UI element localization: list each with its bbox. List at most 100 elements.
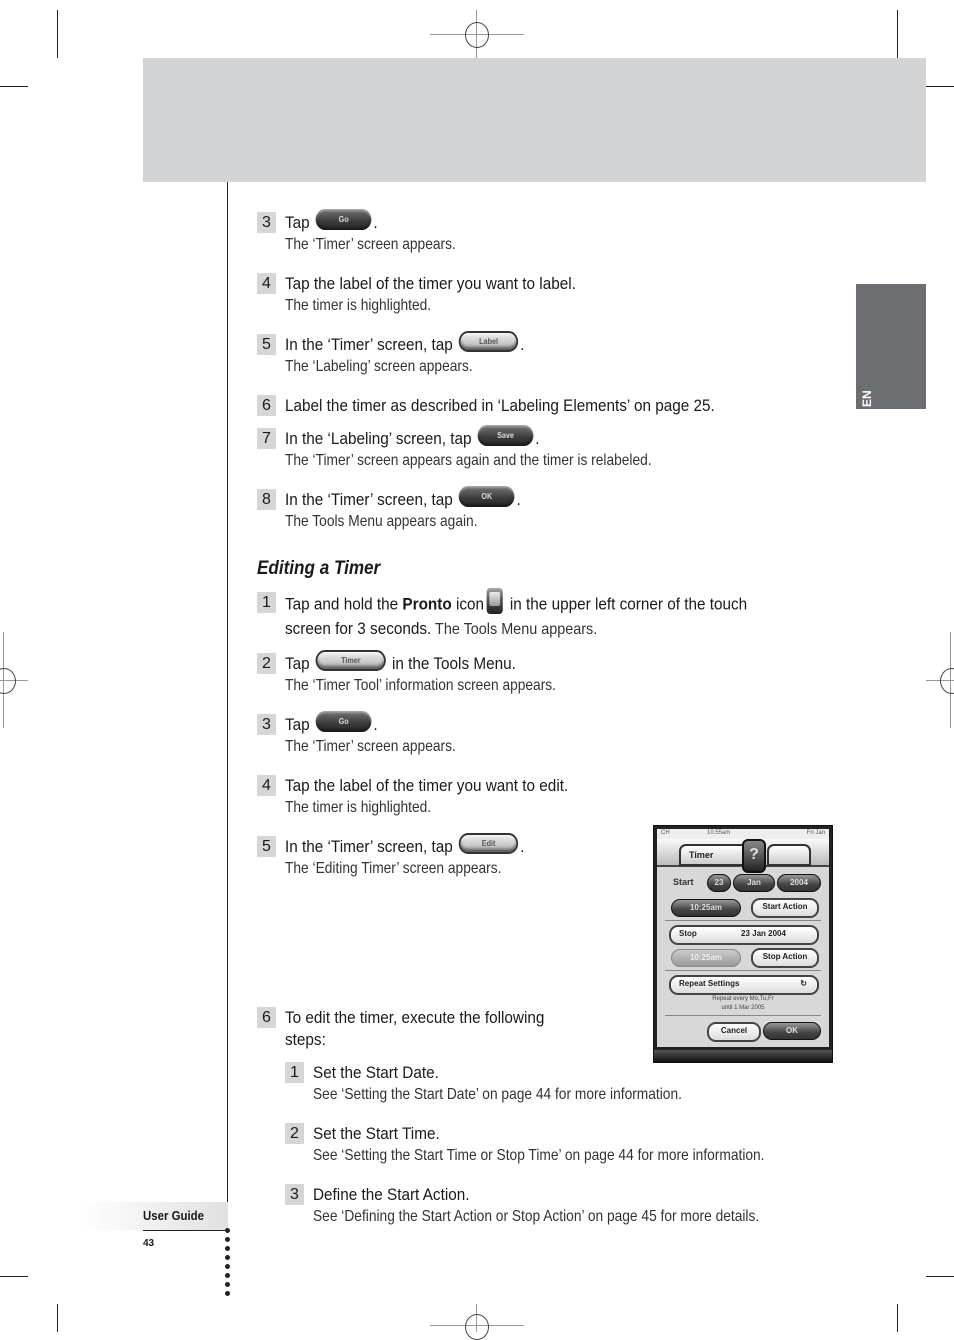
step-result: The timer is highlighted. (285, 297, 432, 314)
step-text: . (373, 715, 378, 734)
substep-result: See ‘Defining the Start Action or Stop A… (313, 1208, 760, 1225)
stop-time-button: 10:25am (671, 949, 741, 967)
step-number: 5 (257, 836, 276, 857)
device-screen: CH 10:55am Fri Jan Timer ? Start 23 Jan … (657, 829, 829, 1047)
step-text: In the ‘Timer’ screen, tap (285, 490, 453, 509)
ok-button: OK (763, 1022, 821, 1040)
step-number: 8 (257, 489, 276, 510)
step-number: 3 (257, 212, 276, 233)
device-bottom-bar (654, 1050, 832, 1062)
stop-row: Stop 23 Jan 2004 (669, 925, 819, 945)
editing-timer-screenshot: CH 10:55am Fri Jan Timer ? Start 23 Jan … (653, 825, 833, 1063)
step-number: 6 (257, 1007, 276, 1028)
step-text: Label the timer as described in ‘Labelin… (285, 396, 715, 415)
dot-ornament (225, 1228, 230, 1233)
step-result: The ‘Editing Timer’ screen appears. (285, 860, 502, 878)
step-number: 4 (257, 775, 276, 796)
step-text: Tap (285, 715, 310, 734)
step-number: 1 (257, 592, 276, 613)
substep-text: Set the Start Date. (313, 1063, 439, 1082)
step-item: 4 Tap the label of the timer you want to … (257, 775, 600, 819)
substep-item: 3 Define the Start Action. See ‘Defining … (285, 1184, 832, 1228)
substep-number: 1 (285, 1062, 304, 1083)
repeat-settings-label: Repeat Settings (679, 979, 740, 988)
divider (665, 1015, 821, 1016)
registration-mark (0, 668, 16, 694)
save-button-image: Save (477, 425, 534, 447)
step-result: The ‘Timer’ screen appears again and the… (285, 452, 652, 470)
step-result: The ‘Timer’ screen appears. (285, 738, 456, 756)
status-bar: CH 10:55am Fri Jan (657, 829, 829, 839)
repeat-icon: ↻ (800, 979, 807, 988)
start-action-button: Start Action (751, 898, 819, 918)
stop-label: Stop (679, 929, 697, 938)
dot-ornament (225, 1291, 230, 1296)
step-text: . (520, 837, 525, 856)
chapter-header: Using the Power Features (143, 58, 926, 221)
section-title: Editing a Timer (257, 558, 381, 579)
substep-item: 2 Set the Start Time. See ‘Setting the St… (285, 1123, 838, 1167)
cancel-button: Cancel (707, 1022, 761, 1042)
dot-ornament (225, 1246, 230, 1251)
substep-number: 2 (285, 1123, 304, 1144)
dot-ornament (225, 1282, 230, 1287)
step-text: in the Tools Menu. (387, 654, 516, 673)
step-item: 5 In the ‘Timer’ screen, tap Edit. The ‘E… (257, 833, 551, 880)
crop-mark (897, 1304, 898, 1332)
substep-number: 3 (285, 1184, 304, 1205)
pronto-logo-icon: ? (742, 839, 766, 873)
go-button-image: Go (315, 209, 372, 231)
crop-mark (57, 1304, 58, 1332)
crop-mark (926, 1276, 954, 1277)
step-result: The Tools Menu appears. (431, 621, 598, 638)
go-button-image: Go (315, 711, 372, 733)
step-item: 1 Tap and hold the Pronto icon in the upp… (257, 588, 799, 641)
step-text: Tap (285, 213, 310, 232)
ok-button-image: OK (458, 486, 515, 508)
step-number: 6 (257, 395, 276, 416)
step-text: Tap (285, 654, 310, 673)
substep-text: Define the Start Action. (313, 1185, 470, 1204)
step-number: 2 (257, 653, 276, 674)
step-item: 2 Tap Timer in the Tools Menu. The ‘Timer… (257, 650, 600, 697)
start-year-button: 2004 (777, 874, 821, 892)
crop-mark (0, 1276, 28, 1277)
step-number: 4 (257, 273, 276, 294)
step-text: . (373, 213, 378, 232)
step-result: The Tools Menu appears again. (285, 513, 478, 531)
crop-mark (57, 10, 58, 58)
step-result: The ‘Labeling’ screen appears. (285, 358, 473, 376)
footer-rule (143, 1230, 228, 1231)
step-result: The timer is highlighted. (285, 799, 432, 816)
label-button-image: Label (458, 331, 519, 353)
step-text: In the ‘Timer’ screen, tap (285, 837, 453, 856)
timer-button-image: Timer (315, 650, 386, 672)
page-number: 43 (143, 1238, 155, 1249)
substep-result: See ‘Setting the Start Time or Stop Time… (313, 1147, 765, 1164)
tab-bar: Timer ? (657, 839, 829, 873)
dot-ornament (225, 1264, 230, 1269)
step-text-line2: screen for 3 seconds. The Tools Menu app… (285, 618, 747, 641)
registration-mark (465, 22, 489, 48)
stop-date: 23 Jan 2004 (741, 929, 786, 938)
step-text: Tap and hold the (285, 594, 403, 614)
step-number: 3 (257, 714, 276, 735)
stop-action-button: Stop Action (751, 948, 819, 968)
registration-mark (465, 1314, 489, 1340)
divider (665, 970, 821, 971)
substep-item: 1 Set the Start Date. See ‘Setting the St… (285, 1062, 742, 1106)
repeat-note: until 1 Mar 2005 (721, 1005, 765, 1011)
step-item: 6 To edit the timer, execute the followin… (257, 1007, 573, 1051)
step-item: 5 In the ‘Timer’ screen, tap Label. The ‘… (257, 331, 551, 378)
registration-mark (940, 668, 954, 694)
repeat-settings-button: Repeat Settings ↻ (669, 975, 819, 995)
language-label: EN (860, 390, 874, 407)
repeat-note: Repeat every Mo,Tu,Fr (712, 996, 774, 1002)
divider (665, 920, 821, 921)
pronto-label: Pronto (402, 594, 452, 614)
step-item: 8 In the ‘Timer’ screen, tap OK. The Tool… (257, 486, 547, 533)
tab-empty (767, 844, 811, 866)
status-time: 10:55am (707, 830, 731, 836)
step-text: icon (451, 594, 485, 614)
crop-mark (897, 10, 898, 58)
